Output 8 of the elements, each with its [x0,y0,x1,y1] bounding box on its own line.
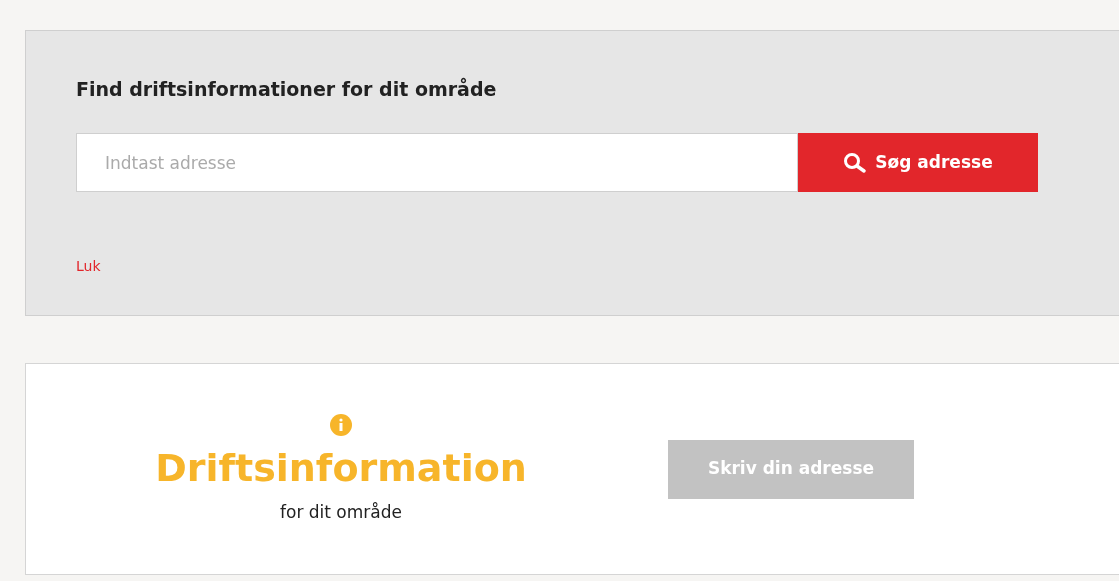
card-heading: Driftsinformation [155,445,527,493]
search-button[interactable]: Søg adresse [798,133,1038,192]
info-icon [330,414,352,437]
address-input-field[interactable]: Indtast adresse [76,133,798,192]
panel-title: Find driftsinformationer for dit område [76,77,498,101]
close-link[interactable]: Luk [76,256,101,277]
card-subheading: for dit område [280,501,402,525]
search-icon [843,151,868,174]
